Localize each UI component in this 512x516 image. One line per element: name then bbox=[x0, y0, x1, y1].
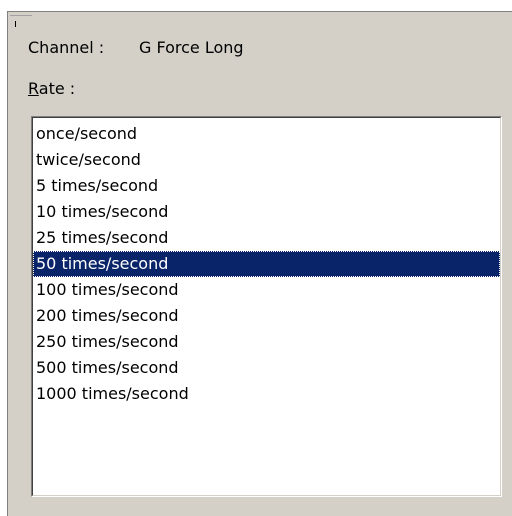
list-item-selected[interactable]: 50 times/second bbox=[33, 251, 500, 277]
list-item[interactable]: 1000 times/second bbox=[33, 381, 500, 407]
list-item[interactable]: twice/second bbox=[33, 147, 500, 173]
list-item[interactable]: 500 times/second bbox=[33, 355, 500, 381]
rate-label-accelerator: R bbox=[28, 79, 39, 98]
rate-listbox-items: once/second twice/second 5 times/second … bbox=[32, 117, 501, 496]
dialog-panel: Channel : G Force Long Rate : once/secon… bbox=[7, 11, 512, 516]
rate-listbox[interactable]: once/second twice/second 5 times/second … bbox=[31, 116, 502, 497]
list-item[interactable]: 200 times/second bbox=[33, 303, 500, 329]
list-item[interactable]: 100 times/second bbox=[33, 277, 500, 303]
list-item[interactable]: 25 times/second bbox=[33, 225, 500, 251]
list-item[interactable]: once/second bbox=[33, 121, 500, 147]
list-item[interactable]: 250 times/second bbox=[33, 329, 500, 355]
rate-label: Rate : bbox=[28, 79, 75, 98]
channel-value: G Force Long bbox=[139, 38, 244, 57]
list-item[interactable]: 10 times/second bbox=[33, 199, 500, 225]
frame-corner-decoration bbox=[8, 12, 38, 27]
rate-label-text: ate : bbox=[38, 79, 76, 98]
channel-label: Channel : bbox=[28, 38, 105, 57]
list-item[interactable]: 5 times/second bbox=[33, 173, 500, 199]
